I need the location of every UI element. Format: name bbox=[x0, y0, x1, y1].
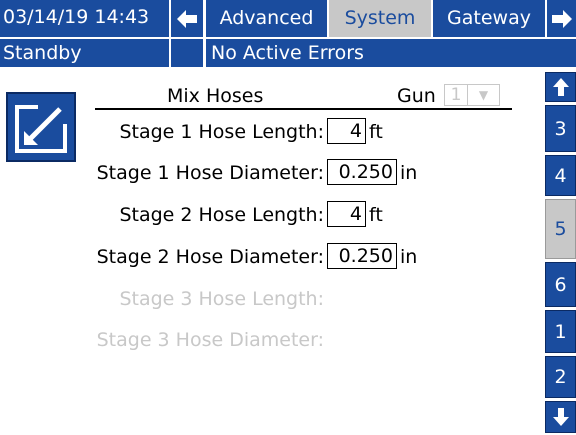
arrow-right-icon bbox=[551, 9, 572, 28]
stage2-diameter-input[interactable]: 0.250 bbox=[327, 243, 397, 269]
stage1-diameter-label: Stage 1 Hose Diameter: bbox=[96, 162, 324, 184]
gun-label: Gun bbox=[397, 85, 436, 107]
form-row: Stage 1 Hose Length: 4 ft bbox=[0, 117, 540, 145]
stage3-length-label: Stage 3 Hose Length: bbox=[119, 288, 324, 310]
page-button-5[interactable]: 5 bbox=[545, 199, 576, 259]
page-button-1[interactable]: 1 bbox=[545, 310, 576, 353]
stage2-diameter-unit: in bbox=[400, 246, 418, 268]
tab-advanced[interactable]: Advanced bbox=[206, 0, 327, 37]
arrow-left-icon bbox=[177, 9, 197, 28]
error-status: No Active Errors bbox=[206, 39, 576, 67]
stage1-length-label: Stage 1 Hose Length: bbox=[119, 121, 324, 143]
scroll-up-button[interactable] bbox=[545, 72, 576, 102]
page-button-2[interactable]: 2 bbox=[545, 356, 576, 398]
page-button-6[interactable]: 6 bbox=[545, 262, 576, 307]
stage2-length-label: Stage 2 Hose Length: bbox=[119, 204, 324, 226]
stage2-diameter-label: Stage 2 Hose Diameter: bbox=[96, 246, 324, 268]
section-title: Mix Hoses bbox=[167, 85, 264, 107]
section-header: Mix Hoses Gun 1 ▼ bbox=[95, 82, 512, 110]
prev-screen-button[interactable] bbox=[171, 0, 203, 37]
stage1-diameter-input[interactable]: 0.250 bbox=[327, 159, 397, 185]
tab-gateway[interactable]: Gateway bbox=[433, 0, 545, 37]
form-row: Stage 2 Hose Length: 4 ft bbox=[0, 200, 540, 228]
stage3-diameter-label: Stage 3 Hose Diameter: bbox=[96, 329, 324, 351]
form-row: Stage 3 Hose Length: bbox=[0, 284, 540, 312]
page-button-4[interactable]: 4 bbox=[545, 155, 576, 196]
scroll-down-button[interactable] bbox=[545, 401, 576, 433]
datetime-display: 03/14/19 14:43 bbox=[0, 0, 169, 37]
next-screen-button[interactable] bbox=[547, 0, 576, 37]
chevron-down-icon: ▼ bbox=[478, 88, 489, 102]
system-status: Standby bbox=[0, 39, 169, 67]
stage2-length-input[interactable]: 4 bbox=[327, 201, 366, 227]
page-button-3[interactable]: 3 bbox=[545, 105, 576, 152]
form-row: Stage 3 Hose Diameter: bbox=[0, 325, 540, 353]
gun-select[interactable]: 1 ▼ bbox=[444, 84, 500, 106]
stage1-length-input[interactable]: 4 bbox=[327, 118, 366, 144]
stage1-diameter-unit: in bbox=[400, 162, 418, 184]
tab-system[interactable]: System bbox=[329, 0, 431, 37]
stage1-length-unit: ft bbox=[369, 121, 383, 143]
stage2-length-unit: ft bbox=[369, 204, 383, 226]
arrow-down-icon bbox=[552, 408, 569, 426]
form-row: Stage 1 Hose Diameter: 0.250 in bbox=[0, 158, 540, 186]
arrow-up-icon bbox=[552, 78, 569, 96]
status-indicator bbox=[171, 39, 203, 67]
gun-select-value: 1 bbox=[445, 85, 468, 105]
form-row: Stage 2 Hose Diameter: 0.250 in bbox=[0, 242, 540, 270]
